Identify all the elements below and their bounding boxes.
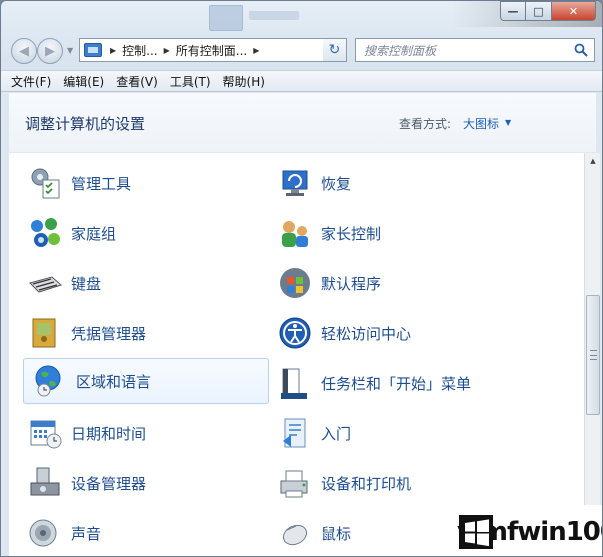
forward-arrow-icon: ▶ [45, 43, 55, 59]
item-label: 设备和打印机 [321, 474, 412, 493]
admin-tools-icon [27, 165, 63, 201]
parental-controls-icon [277, 215, 313, 251]
menu-file[interactable]: 文件(F) [11, 73, 51, 90]
item-label: 默认程序 [321, 274, 382, 293]
credential-manager-icon [27, 315, 63, 351]
content-pane: 调整计算机的设置 查看方式: 大图标 ▼ 管理工具 家庭组 键盘 凭据管理器 区… [9, 93, 600, 556]
item-admin-tools[interactable]: 管理工具 [19, 160, 265, 206]
scrollbar-thumb[interactable] [586, 295, 600, 415]
search-icon[interactable] [574, 43, 588, 57]
minimize-button[interactable]: — [500, 1, 526, 21]
scrollbar-grip [590, 350, 597, 360]
refresh-button[interactable]: ↻ [323, 38, 347, 62]
item-devices-printers[interactable]: 设备和打印机 [269, 460, 515, 506]
item-ease-of-access[interactable]: 轻松访问中心 [269, 310, 515, 356]
forward-button[interactable]: ▶ [37, 38, 63, 64]
item-label: 管理工具 [71, 174, 132, 193]
item-label: 家长控制 [321, 224, 382, 243]
recovery-icon [277, 165, 313, 201]
ease-of-access-icon [277, 315, 313, 351]
menu-help[interactable]: 帮助(H) [223, 73, 265, 90]
menu-tools[interactable]: 工具(T) [170, 73, 211, 90]
search-input[interactable]: 搜索控制面板 [355, 38, 595, 62]
item-default-programs[interactable]: 默认程序 [269, 260, 515, 306]
getting-started-icon [277, 415, 313, 451]
control-panel-items: 管理工具 家庭组 键盘 凭据管理器 区域和语言 日期和时间 设备管理器 声音 恢… [9, 157, 577, 556]
scroll-up-arrow-icon[interactable]: ▲ [585, 153, 601, 169]
item-label: 任务栏和「开始」菜单 [321, 374, 472, 393]
item-date-time[interactable]: 日期和时间 [19, 410, 265, 456]
control-panel-icon [84, 43, 102, 57]
item-getting-started[interactable]: 入门 [269, 410, 515, 456]
sound-icon [27, 515, 63, 551]
item-label: 轻松访问中心 [321, 324, 412, 343]
device-manager-icon [27, 465, 63, 501]
item-label: 家庭组 [71, 224, 117, 243]
control-panel-window: — □ ✕ ◀ ▶ ▼ ▶ 控制... ▶ 所有控制面... ▶ ▼ ↻ 搜索控… [0, 0, 603, 557]
item-device-manager[interactable]: 设备管理器 [19, 460, 265, 506]
item-label: 设备管理器 [71, 474, 147, 493]
vertical-scrollbar[interactable]: ▲ [584, 153, 601, 556]
back-button[interactable]: ◀ [11, 38, 37, 64]
breadcrumb-separator-icon[interactable]: ▶ [110, 46, 116, 55]
breadcrumb-control-panel[interactable]: 控制... [122, 42, 157, 59]
breadcrumb-all-items[interactable]: 所有控制面... [176, 42, 247, 59]
item-keyboard[interactable]: 键盘 [19, 260, 265, 306]
item-recovery[interactable]: 恢复 [269, 160, 515, 206]
menu-edit[interactable]: 编辑(E) [63, 73, 104, 90]
item-homegroup[interactable]: 家庭组 [19, 210, 265, 256]
title-bar[interactable]: — □ ✕ [1, 1, 602, 31]
page-title: 调整计算机的设置 [25, 115, 146, 133]
taskbar-start-menu-icon [277, 365, 313, 401]
maximize-button[interactable]: □ [526, 1, 552, 21]
item-label: 日期和时间 [71, 424, 147, 443]
item-region-language[interactable]: 区域和语言 [23, 358, 269, 404]
devices-printers-icon [277, 465, 313, 501]
mouse-icon [277, 515, 313, 551]
refresh-icon: ↻ [328, 42, 341, 58]
breadcrumb-separator-icon[interactable]: ▶ [253, 46, 259, 55]
address-bar[interactable]: ▶ 控制... ▶ 所有控制面... ▶ ▼ [79, 38, 347, 62]
item-label: 恢复 [321, 174, 352, 193]
item-label: 键盘 [71, 274, 102, 293]
item-credential-manager[interactable]: 凭据管理器 [19, 310, 265, 356]
back-arrow-icon: ◀ [19, 43, 29, 59]
item-sound[interactable]: 声音 [19, 510, 265, 556]
view-by-chevron-down-icon[interactable]: ▼ [505, 118, 511, 127]
view-by-label: 查看方式: [399, 117, 452, 131]
keyboard-icon [27, 265, 63, 301]
breadcrumb-separator-icon[interactable]: ▶ [164, 46, 170, 55]
background-window-title [249, 11, 299, 20]
date-time-icon [27, 415, 63, 451]
item-parental-controls[interactable]: 家长控制 [269, 210, 515, 256]
menu-view[interactable]: 查看(V) [116, 73, 158, 90]
item-label: 声音 [71, 524, 102, 543]
view-by-dropdown[interactable]: 大图标 [463, 115, 499, 132]
recent-pages-dropdown[interactable]: ▼ [67, 46, 73, 55]
item-label: 入门 [321, 424, 352, 443]
search-placeholder: 搜索控制面板 [364, 43, 437, 58]
region-language-icon [32, 363, 68, 399]
menu-bar: 文件(F) 编辑(E) 查看(V) 工具(T) 帮助(H) [1, 70, 602, 92]
windows-logo-icon [455, 511, 497, 553]
content-header: 调整计算机的设置 查看方式: 大图标 ▼ [9, 93, 596, 153]
item-taskbar-start-menu[interactable]: 任务栏和「开始」菜单 [269, 360, 515, 406]
default-programs-icon [277, 265, 313, 301]
background-window-thumbnail [209, 5, 243, 31]
caption-buttons: — □ ✕ [500, 1, 596, 21]
item-label: 鼠标 [321, 524, 352, 543]
item-label: 凭据管理器 [71, 324, 147, 343]
watermark: ylmfwin100.com [453, 505, 602, 556]
close-button[interactable]: ✕ [552, 1, 596, 21]
item-label: 区域和语言 [76, 372, 152, 391]
navigation-row: ◀ ▶ ▼ ▶ 控制... ▶ 所有控制面... ▶ ▼ ↻ 搜索控制面板 [1, 35, 602, 67]
homegroup-icon [27, 215, 63, 251]
